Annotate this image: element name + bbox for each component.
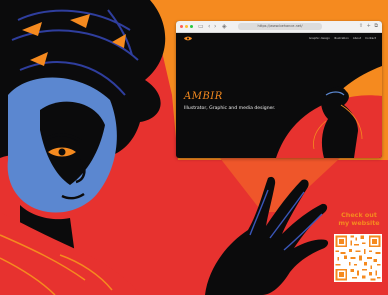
- hero-title: AMBIR: [184, 91, 223, 102]
- poster: ▭ ‹ › ◈ https://www.behance.net/ ⇪ + ⧉ G…: [0, 0, 388, 295]
- hero-tagline: Illustrator, Graphic and media designer.: [184, 106, 276, 111]
- hero-art: [276, 66, 382, 158]
- iris: [58, 148, 66, 156]
- projection-beam: [220, 158, 340, 212]
- cta-text: Check out my website: [334, 211, 384, 227]
- cta-line-2: my website: [338, 218, 380, 227]
- browser-window: ▭ ‹ › ◈ https://www.behance.net/ ⇪ + ⧉ G…: [176, 21, 382, 158]
- qr-code-icon[interactable]: [334, 234, 382, 282]
